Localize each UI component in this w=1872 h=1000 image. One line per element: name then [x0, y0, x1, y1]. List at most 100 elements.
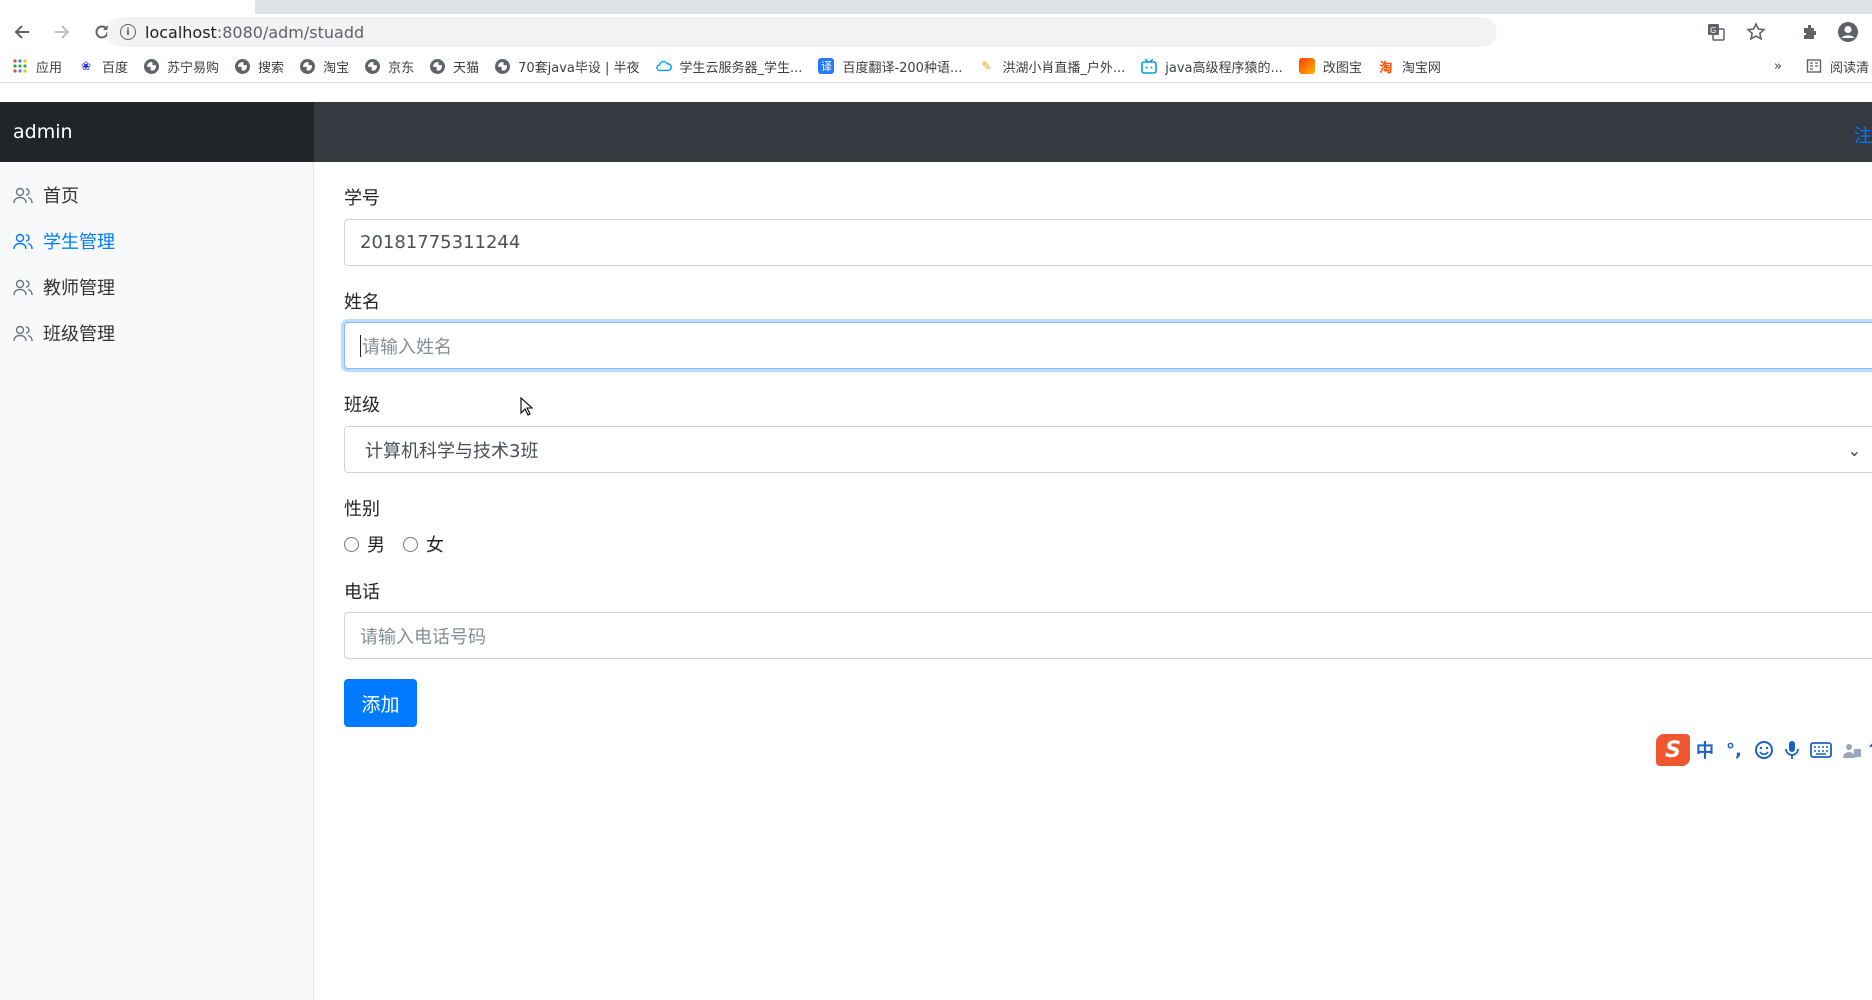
- bookmark-taobao-net[interactable]: 淘淘宝网: [1370, 53, 1449, 79]
- sidebar-item-label: 班级管理: [43, 324, 115, 345]
- student-id-value: 20181775311244: [360, 232, 521, 253]
- apps-grid-icon: [12, 58, 28, 74]
- browser-tab[interactable]: [0, 0, 255, 14]
- back-button[interactable]: [8, 18, 36, 46]
- tab-strip: [0, 0, 1872, 14]
- bookmark-gaitubao[interactable]: 改图宝: [1291, 53, 1370, 79]
- gaitubao-logo-icon: [1298, 58, 1315, 74]
- ime-punctuation-toggle[interactable]: °,: [1726, 740, 1742, 761]
- sidebar-item-label: 首页: [43, 186, 79, 207]
- bookmark-label: 洪湖小肖直播_户外...: [1002, 60, 1126, 76]
- globe-icon: [495, 58, 511, 74]
- bookmark-label: 学生云服务器_学生...: [679, 60, 803, 76]
- globe-icon: [235, 58, 251, 74]
- class-label: 班级: [344, 395, 380, 416]
- name-placeholder: 请输入姓名: [362, 336, 452, 358]
- sidebar: 首页 学生管理 教师管理 班级管理: [0, 162, 314, 1000]
- phone-label: 电话: [344, 582, 380, 603]
- chevron-double-right-icon: »: [1774, 58, 1782, 74]
- bookmark-tmall[interactable]: 天猫: [422, 53, 487, 79]
- bookmark-baidu-translate[interactable]: 译百度翻译-200种语...: [810, 53, 970, 79]
- profile-icon[interactable]: [1834, 18, 1862, 46]
- mouse-cursor-icon: [520, 397, 534, 416]
- forward-arrow-icon: [55, 25, 70, 39]
- bookmark-java-projects[interactable]: 70套java毕设 | 半夜: [487, 53, 647, 79]
- globe-icon: [430, 58, 446, 74]
- forward-button[interactable]: [48, 18, 76, 46]
- emoji-icon[interactable]: [1754, 740, 1774, 760]
- svg-text:G: G: [1710, 26, 1716, 35]
- sidebar-item-teacher-management[interactable]: 教师管理: [13, 274, 115, 300]
- bookmark-label: 百度: [102, 60, 129, 76]
- address-bar[interactable]: i localhost:8080/adm/stuadd: [107, 17, 1497, 47]
- class-select[interactable]: 计算机科学与技术3班 ⌄: [344, 426, 1872, 473]
- student-add-form: 学号 20181775311244 姓名 请输入姓名 班级 计算机科学与技术3班…: [344, 162, 1872, 1000]
- translate-icon[interactable]: G: [1702, 18, 1730, 46]
- logout-link[interactable]: 注: [1854, 122, 1872, 148]
- sidebar-item-label: 学生管理: [43, 232, 115, 253]
- users-icon: [13, 187, 33, 204]
- bookmarks-bar: 应用 ❀ 百度 苏宁易购 搜索 淘宝 京东 天猫 70套java毕设 | 半夜 学…: [0, 50, 1872, 83]
- gender-option-label: 男: [367, 535, 385, 556]
- sidebar-item-student-management[interactable]: 学生管理: [13, 228, 115, 254]
- bookmark-star-icon[interactable]: [1742, 18, 1770, 46]
- more-bookmarks-button[interactable]: »: [1766, 53, 1790, 79]
- bookmark-label: 淘宝: [323, 60, 350, 76]
- bookmark-jd[interactable]: 京东: [357, 53, 422, 79]
- url-text: localhost:8080/adm/stuadd: [145, 22, 365, 42]
- phone-input[interactable]: 请输入电话号码: [344, 612, 1872, 659]
- bookmark-search[interactable]: 搜索: [227, 53, 292, 79]
- bookmark-student-cloud[interactable]: 学生云服务器_学生...: [648, 53, 811, 79]
- bilibili-tv-icon: [1141, 58, 1158, 74]
- users-icon: [13, 233, 33, 250]
- info-icon[interactable]: i: [120, 24, 136, 40]
- keyboard-icon[interactable]: [1809, 742, 1832, 758]
- add-button[interactable]: 添加: [344, 679, 417, 727]
- arrow-up-icon[interactable]: [1868, 741, 1872, 759]
- bookmark-bilibili[interactable]: java高级程序猿的...: [1133, 53, 1291, 79]
- ime-toolbar: S 中 °,: [1656, 732, 1872, 768]
- globe-icon: [144, 58, 160, 74]
- reading-list-label: 阅读清: [1830, 60, 1870, 76]
- name-input[interactable]: 请输入姓名: [344, 322, 1872, 369]
- gender-male-radio[interactable]: 男: [344, 531, 385, 557]
- reading-list-button[interactable]: 阅读清: [1798, 53, 1872, 79]
- bookmark-baidu[interactable]: ❀ 百度: [70, 53, 136, 79]
- sidebar-item-class-management[interactable]: 班级管理: [13, 320, 115, 346]
- users-icon: [13, 279, 33, 296]
- gender-option-label: 女: [426, 535, 444, 556]
- globe-icon: [300, 58, 316, 74]
- bookmark-label: 天猫: [453, 60, 480, 76]
- student-id-label: 学号: [344, 188, 380, 209]
- microphone-icon[interactable]: [1784, 740, 1800, 760]
- app-header: admin 注: [0, 102, 1872, 162]
- gender-label: 性别: [344, 499, 380, 520]
- bookmark-label: 应用: [36, 60, 63, 76]
- bookmark-label: 京东: [388, 60, 415, 76]
- bookmark-apps[interactable]: 应用: [0, 53, 70, 79]
- user-skin-icon[interactable]: [1842, 741, 1862, 759]
- baidu-paw-icon: ❀: [80, 59, 92, 73]
- bookmark-suning[interactable]: 苏宁易购: [136, 53, 227, 79]
- gender-female-radio[interactable]: 女: [403, 531, 444, 557]
- name-label: 姓名: [344, 292, 380, 313]
- brand-title[interactable]: admin: [0, 102, 314, 162]
- student-id-input[interactable]: 20181775311244: [344, 219, 1872, 266]
- bookmark-taobao[interactable]: 淘宝: [292, 53, 357, 79]
- back-arrow-icon: [14, 25, 29, 39]
- sogou-logo-icon[interactable]: S: [1656, 734, 1690, 766]
- taobao-logo-icon: 淘: [1379, 60, 1393, 76]
- bookmark-live-stream[interactable]: ✎ 洪湖小肖直播_户外...: [970, 53, 1133, 79]
- bookmark-label: 淘宝网: [1401, 60, 1441, 76]
- users-icon: [13, 325, 33, 342]
- ime-mode-toggle[interactable]: 中: [1696, 737, 1714, 763]
- browser-toolbar: i localhost:8080/adm/stuadd G: [0, 14, 1872, 50]
- bookmark-label: 苏宁易购: [167, 60, 220, 76]
- extensions-icon[interactable]: [1796, 18, 1824, 46]
- bookmark-label: 70套java毕设 | 半夜: [518, 60, 640, 76]
- reading-list-icon: [1806, 58, 1822, 74]
- sidebar-item-home[interactable]: 首页: [13, 182, 79, 208]
- radio-circle[interactable]: [344, 536, 359, 552]
- radio-circle[interactable]: [403, 536, 418, 552]
- class-selected-value: 计算机科学与技术3班: [365, 440, 539, 462]
